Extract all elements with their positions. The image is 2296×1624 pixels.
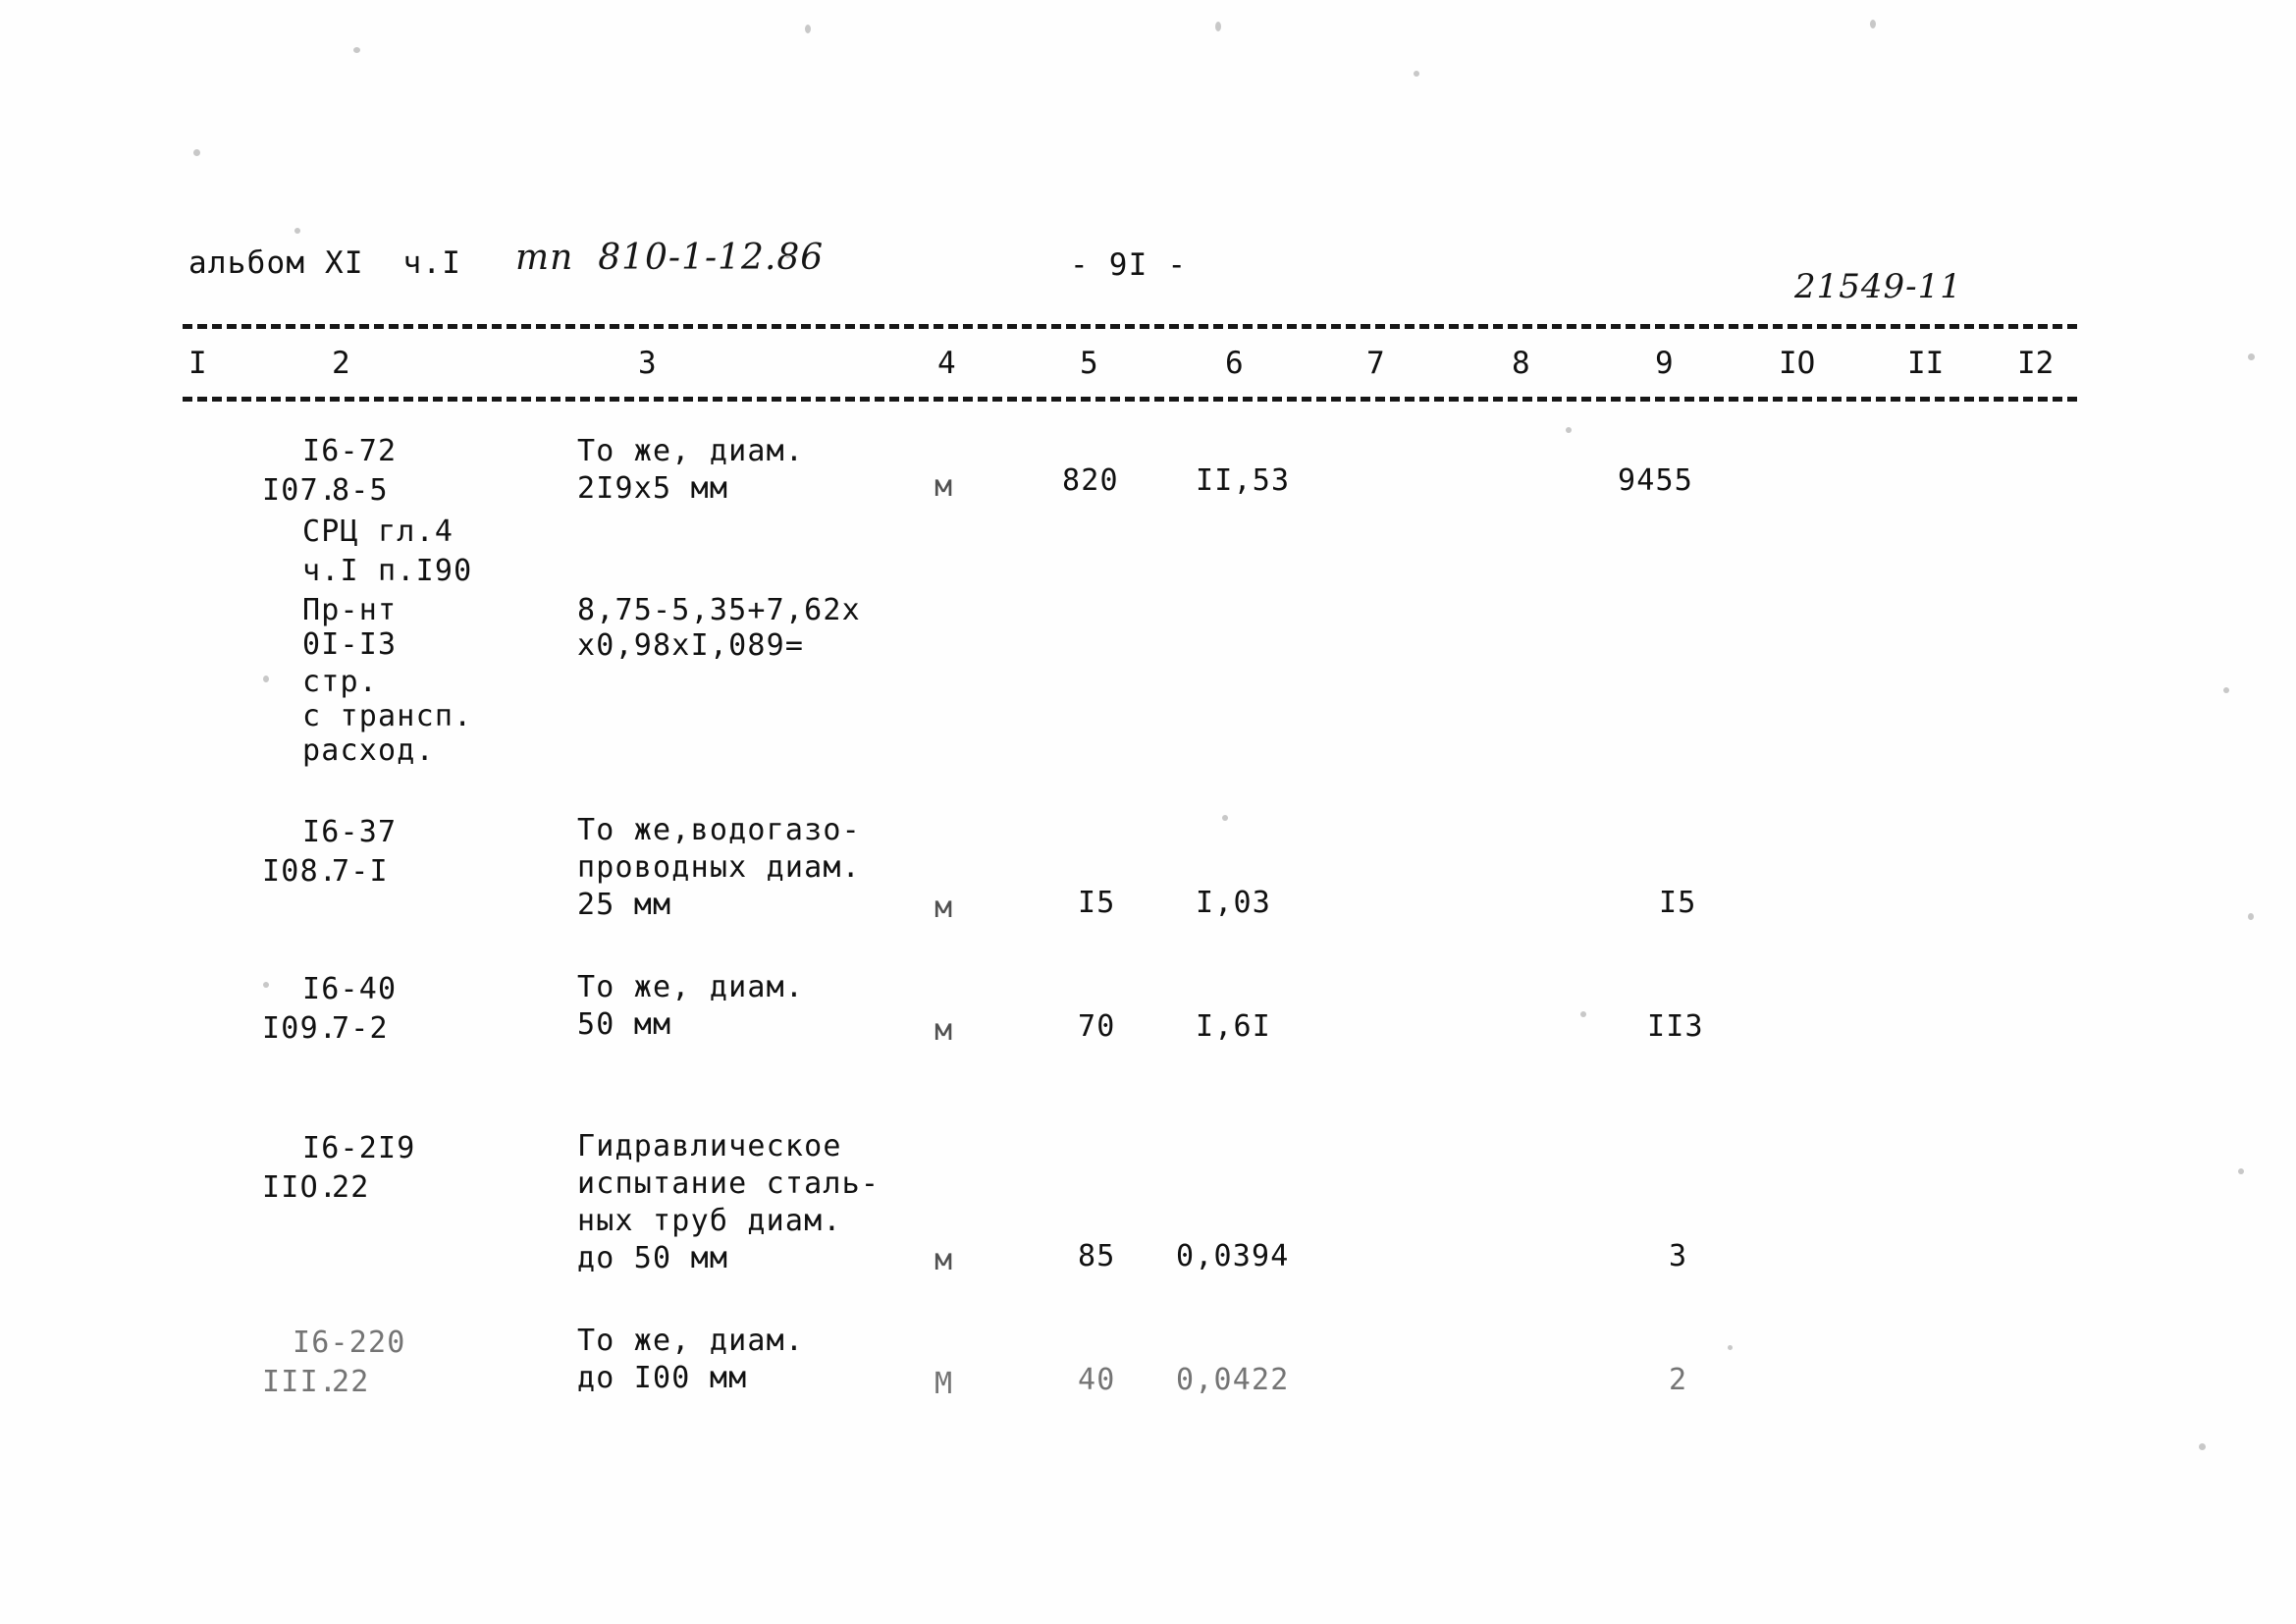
column-header-4: 4 <box>937 346 956 381</box>
handwritten-project-code: тп 810-1-12.86 <box>515 238 825 278</box>
row-description-line: испытание сталь- <box>577 1166 881 1201</box>
row-description-line: 2I9x5 мм <box>577 471 729 506</box>
scan-speck <box>1728 1345 1733 1350</box>
row-total: 9455 <box>1618 463 1694 498</box>
row-code-line: 8-5 <box>332 473 389 508</box>
row-description-line: То же, диам. <box>577 970 805 1004</box>
row-code-line: расход. <box>302 733 435 768</box>
row-code-line: 22 <box>332 1365 370 1399</box>
scan-speck <box>2238 1168 2244 1174</box>
row-code-line: I6-72 <box>302 434 398 468</box>
row-unit: м <box>934 891 954 925</box>
row-code-line: 0I-I3 <box>302 627 398 662</box>
row-code-line: 7-2 <box>332 1011 389 1046</box>
row-code-line: с трансп. <box>302 699 473 733</box>
row-code-line: Пр-нт <box>302 593 398 627</box>
scan-speck <box>2248 353 2255 360</box>
scan-speck <box>1870 20 1876 28</box>
row-code-line: I6-2I9 <box>302 1131 416 1165</box>
scan-speck <box>805 25 811 33</box>
row-description-line: 25 мм <box>577 888 672 922</box>
scan-speck <box>2223 687 2229 693</box>
row-qty: 70 <box>1078 1009 1116 1044</box>
row-code-line: I6-220 <box>293 1326 406 1360</box>
row-description-line: ных труб диам. <box>577 1204 842 1238</box>
scan-speck <box>2199 1443 2206 1450</box>
column-header-6: 6 <box>1225 346 1244 381</box>
scan-speck <box>1580 1011 1586 1017</box>
page-number: - 9I - <box>1070 247 1188 283</box>
scan-speck <box>1566 427 1572 433</box>
table-rule-top <box>183 324 2077 329</box>
scanned-page: альбом XI ч.I тп 810-1-12.86 - 9I - 2154… <box>0 0 2296 1624</box>
row-description-line: То же, диам. <box>577 1324 805 1358</box>
row-price: 0,0394 <box>1176 1239 1290 1273</box>
row-price: I,6I <box>1196 1009 1272 1044</box>
scan-speck <box>263 676 269 682</box>
column-header-3: 3 <box>638 346 657 381</box>
row-qty: I5 <box>1078 886 1116 920</box>
scan-speck <box>1215 22 1221 31</box>
row-number: I08. <box>262 854 339 889</box>
row-description-line: То же, диам. <box>577 434 805 468</box>
row-code-line: I6-40 <box>302 972 398 1006</box>
column-header-2: 2 <box>332 346 350 381</box>
row-description-line: проводных диам. <box>577 850 861 885</box>
row-qty: 820 <box>1062 463 1119 498</box>
row-code-line: СРЦ гл.4 <box>302 514 454 549</box>
column-header-7: 7 <box>1366 346 1385 381</box>
row-total: 2 <box>1669 1363 1688 1397</box>
column-header-10: IO <box>1779 346 1816 381</box>
row-price: II,53 <box>1196 463 1291 498</box>
table-rule-bottom <box>183 397 2077 402</box>
row-description-line: Гидравлическое <box>577 1129 842 1164</box>
column-header-11: II <box>1907 346 1945 381</box>
row-code-line: стр. <box>302 665 379 699</box>
row-code-line: 22 <box>332 1170 370 1205</box>
album-label: альбом XI ч.I <box>188 245 462 281</box>
row-number: I07. <box>262 473 339 508</box>
row-description-line: до I00 мм <box>577 1361 748 1395</box>
column-header-8: 8 <box>1512 346 1530 381</box>
row-number: III. <box>262 1365 339 1399</box>
row-code-line: 7-I <box>332 854 389 889</box>
column-header-12: I2 <box>2017 346 2055 381</box>
row-number: I09. <box>262 1011 339 1046</box>
column-header-9: 9 <box>1655 346 1674 381</box>
row-formula-line: 8,75-5,35+7,62х <box>577 593 861 627</box>
row-description-line: 50 мм <box>577 1007 672 1042</box>
row-unit: м <box>934 1013 954 1048</box>
row-unit: м <box>934 469 954 504</box>
row-unit: м <box>934 1243 954 1277</box>
row-formula-line: х0,98хI,089= <box>577 628 805 663</box>
column-header-5: 5 <box>1080 346 1098 381</box>
row-price: 0,0422 <box>1176 1363 1290 1397</box>
scan-speck <box>193 149 200 156</box>
row-description-line: до 50 мм <box>577 1241 729 1275</box>
row-qty: 40 <box>1078 1363 1116 1397</box>
row-description-line: То же,водогазо- <box>577 813 861 847</box>
row-total: I5 <box>1659 886 1697 920</box>
row-code-line: I6-37 <box>302 815 398 849</box>
handwritten-archive-code: 21549-11 <box>1794 267 1962 306</box>
scan-speck <box>1222 815 1228 821</box>
row-total: II3 <box>1647 1009 1704 1044</box>
row-code-line: ч.I п.I90 <box>302 554 473 588</box>
row-price: I,03 <box>1196 886 1272 920</box>
column-header-1: I <box>188 346 207 381</box>
row-total: 3 <box>1669 1239 1688 1273</box>
row-number: IIO. <box>262 1170 339 1205</box>
row-qty: 85 <box>1078 1239 1116 1273</box>
row-unit: М <box>934 1367 954 1401</box>
scan-speck <box>1414 71 1419 77</box>
scan-speck <box>294 228 300 234</box>
scan-speck <box>2248 913 2254 920</box>
scan-speck <box>353 47 360 53</box>
